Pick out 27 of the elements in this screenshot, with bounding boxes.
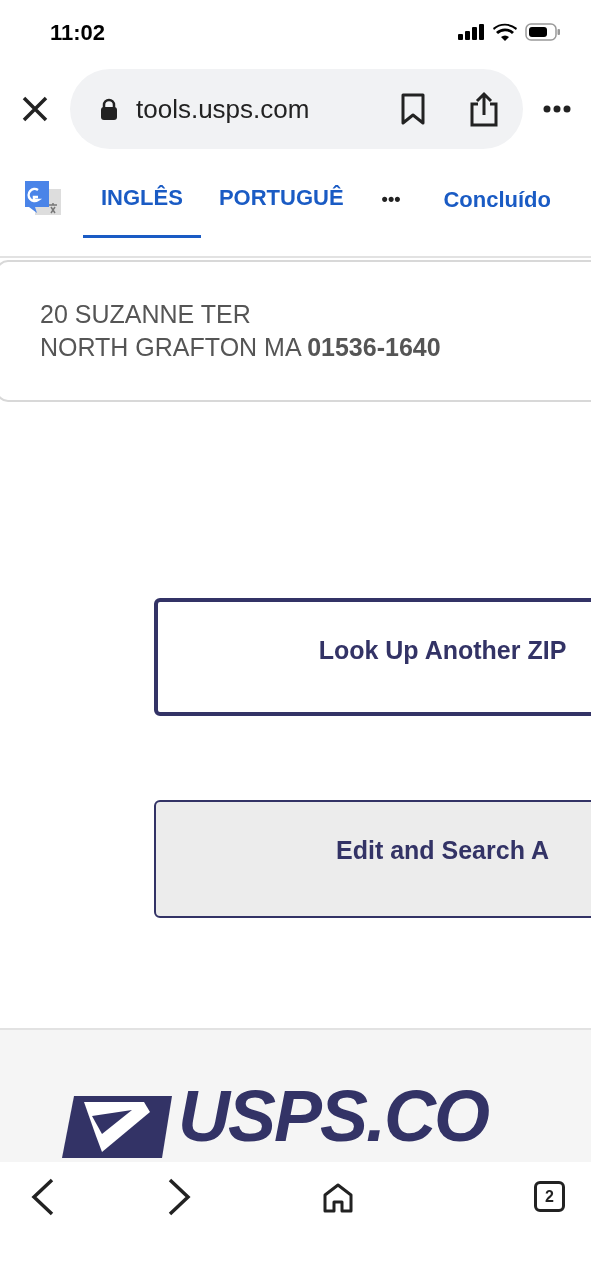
back-icon[interactable] — [30, 1178, 56, 1216]
close-button[interactable] — [20, 94, 50, 124]
translate-icon — [25, 181, 61, 217]
signal-icon — [458, 24, 485, 40]
close-icon — [22, 96, 48, 122]
lookup-button[interactable]: Look Up Another ZIP — [154, 598, 591, 716]
url-text: tools.usps.com — [136, 92, 311, 126]
wifi-icon — [493, 23, 517, 41]
more-languages-button[interactable]: ••• — [381, 185, 401, 213]
eagle-logo-icon — [62, 1096, 172, 1158]
status-time: 11:02 — [50, 18, 106, 47]
bookmark-icon[interactable] — [401, 93, 425, 125]
edit-search-button[interactable]: Edit and Search A — [154, 800, 591, 918]
done-button[interactable]: Concluído — [443, 182, 551, 216]
language-tab[interactable]: PORTUGUÊ — [200, 160, 362, 238]
language-tab[interactable]: INGLÊS — [83, 160, 201, 238]
home-icon[interactable] — [322, 1182, 354, 1214]
more-icon[interactable] — [543, 105, 571, 113]
share-icon[interactable] — [469, 91, 499, 127]
tabs-button[interactable]: 2 — [534, 1181, 565, 1212]
battery-icon — [525, 23, 561, 41]
address-line: NORTH GRAFTON MA 01536-1640 — [40, 332, 442, 363]
address-line: 20 SUZANNE TER — [40, 299, 252, 330]
lock-icon — [100, 98, 118, 120]
address-bar[interactable]: tools.usps.com — [70, 69, 523, 149]
forward-icon[interactable] — [166, 1178, 192, 1216]
usps-logo-text: USPS.CO — [178, 1075, 489, 1158]
